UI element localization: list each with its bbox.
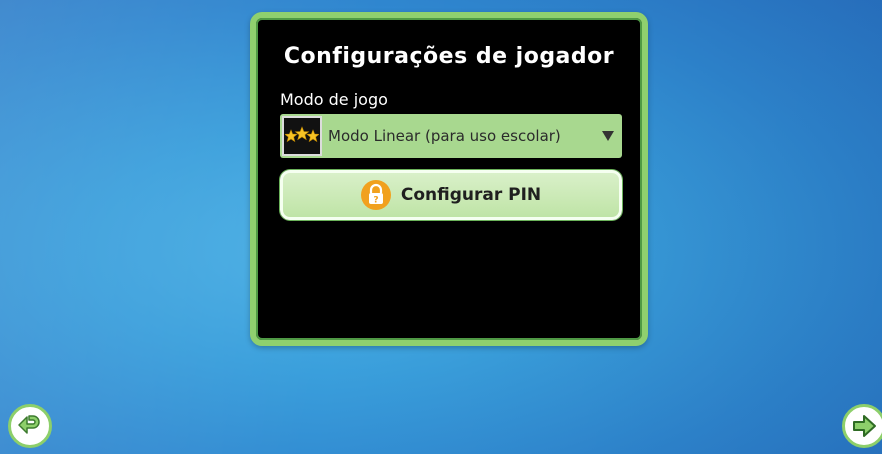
configure-pin-label: Configurar PIN	[400, 185, 542, 205]
game-mode-dropdown[interactable]: Modo Linear (para uso escolar)	[280, 114, 622, 158]
three-stars-icon	[282, 116, 322, 156]
forward-arrow-icon	[853, 415, 876, 437]
next-button[interactable]	[842, 404, 882, 448]
lock-icon: ?	[360, 180, 391, 210]
back-button[interactable]	[8, 404, 52, 448]
page-title: Configurações de jogador	[283, 44, 615, 69]
dropdown-arrow-icon	[602, 131, 614, 141]
game-mode-label: Modo de jogo	[280, 90, 388, 109]
game-mode-selected-value: Modo Linear (para uso escolar)	[328, 127, 561, 145]
configure-pin-button[interactable]: ? Configurar PIN	[280, 170, 622, 220]
player-settings-panel: Configurações de jogador Modo de jogo Mo…	[250, 12, 648, 346]
svg-text:?: ?	[373, 196, 378, 206]
back-arrow-icon	[18, 415, 40, 434]
